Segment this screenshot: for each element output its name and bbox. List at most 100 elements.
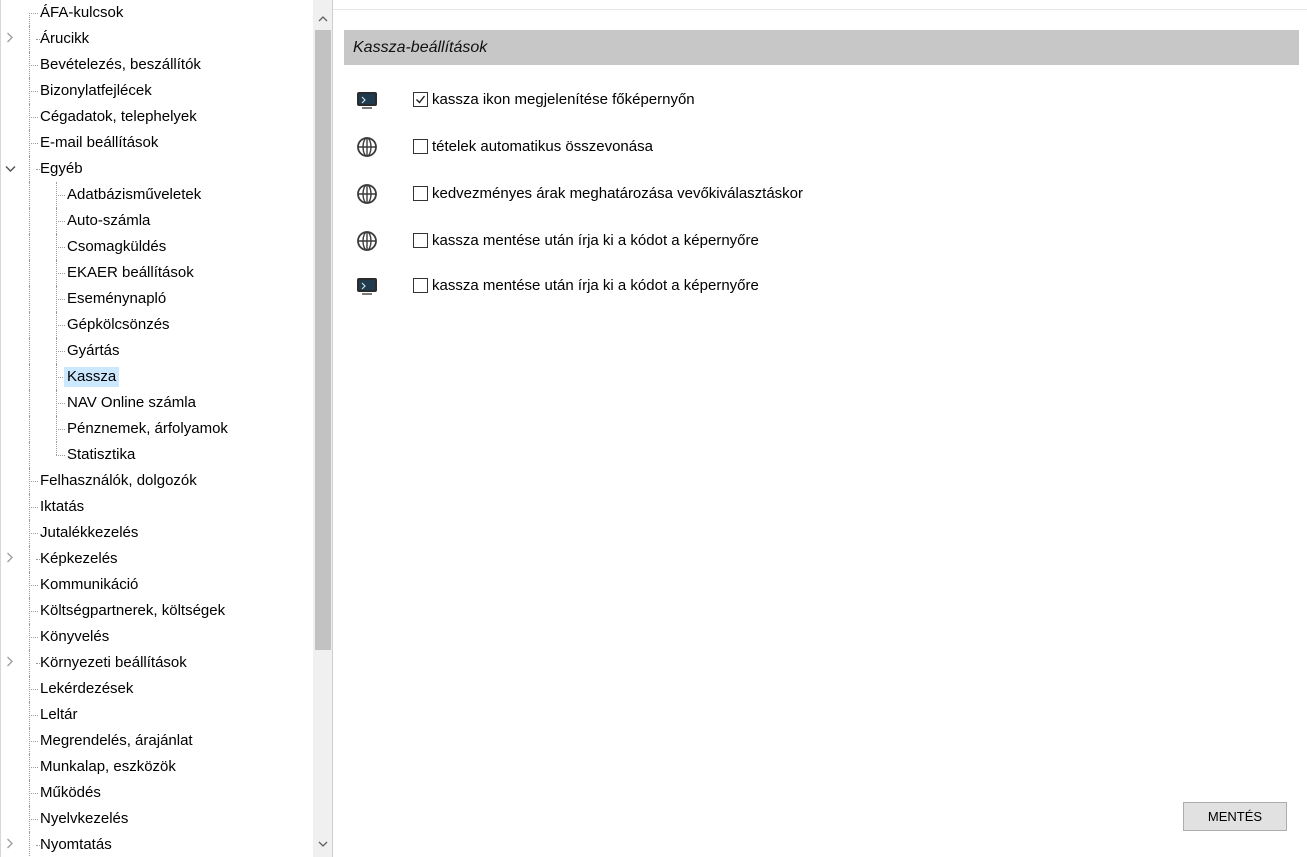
tree-item-label: Iktatás — [40, 498, 85, 515]
tree-connector — [29, 390, 30, 416]
tree-item[interactable]: NAV Online számla — [1, 390, 313, 416]
tree-item[interactable]: Nyelvkezelés — [1, 806, 313, 832]
setting-option: kassza mentése után írja ki a kódot a ké… — [356, 228, 1256, 254]
tree-item-label: Nyelvkezelés — [40, 810, 129, 827]
monitor-icon — [356, 89, 378, 111]
setting-checkbox[interactable] — [413, 139, 428, 154]
tree-item[interactable]: Könyvelés — [1, 624, 313, 650]
setting-checkbox[interactable] — [413, 233, 428, 248]
tree-connector — [29, 26, 30, 52]
tree-item-label: Lekérdezések — [40, 680, 134, 697]
tree-connector — [29, 312, 30, 338]
tree-item[interactable]: Auto-számla — [1, 208, 313, 234]
tree-item-label: Környezeti beállítások — [40, 654, 187, 671]
setting-option: tételek automatikus összevonása — [356, 134, 1256, 160]
tree-item[interactable]: Adatbázisműveletek — [1, 182, 313, 208]
tree-item-label: Nyomtatás — [40, 836, 112, 853]
tree-item[interactable]: Egyéb — [1, 156, 313, 182]
tree-item-label: Auto-számla — [67, 212, 151, 229]
chevron-right-icon[interactable] — [3, 832, 17, 857]
chevron-right-icon[interactable] — [3, 546, 17, 572]
tree-item-label: NAV Online számla — [67, 394, 196, 411]
scroll-thumb[interactable] — [315, 30, 331, 650]
tree-item-label: Jutalékkezelés — [40, 524, 139, 541]
tree-item[interactable]: Felhasználók, dolgozók — [1, 468, 313, 494]
globe-icon — [356, 136, 378, 158]
scroll-down-button[interactable] — [313, 835, 332, 855]
tree-item-label: Bevételezés, beszállítók — [40, 56, 201, 73]
tree-item[interactable]: Csomagküldés — [1, 234, 313, 260]
tree-item-label: Leltár — [40, 706, 78, 723]
tree-connector — [29, 650, 30, 676]
tree-connector — [29, 234, 30, 260]
tree-connector — [29, 156, 30, 182]
setting-option-label[interactable]: kassza mentése után írja ki a kódot a ké… — [432, 228, 759, 254]
tree-connector — [56, 442, 57, 455]
tree-scrollbar[interactable] — [313, 0, 332, 857]
tree-item-label: Adatbázisműveletek — [67, 186, 202, 203]
setting-option-label[interactable]: kedvezményes árak meghatározása vevőkivá… — [432, 181, 803, 207]
tree-connector — [29, 364, 30, 390]
tree-item[interactable]: Árucikk — [1, 26, 313, 52]
tree-item[interactable]: Bevételezés, beszállítók — [1, 52, 313, 78]
tree-item-label: Munkalap, eszközök — [40, 758, 176, 775]
tree-connector — [29, 416, 30, 442]
chevron-down-icon[interactable] — [3, 156, 17, 182]
setting-option: kassza mentése után írja ki a kódot a ké… — [356, 273, 1256, 299]
setting-checkbox[interactable] — [413, 278, 428, 293]
tree-item-label: Eseménynapló — [67, 290, 167, 307]
tree-connector — [29, 286, 30, 312]
tree-item[interactable]: Cégadatok, telephelyek — [1, 104, 313, 130]
tree-item[interactable]: E-mail beállítások — [1, 130, 313, 156]
tree-item[interactable]: Kommunikáció — [1, 572, 313, 598]
monitor-icon — [356, 275, 378, 297]
tree-item-label: Statisztika — [67, 446, 136, 463]
tree-item[interactable]: Leltár — [1, 702, 313, 728]
tree-item[interactable]: Statisztika — [1, 442, 313, 468]
tree-item-label: Gyártás — [67, 342, 120, 359]
globe-icon — [356, 183, 378, 205]
tree-item-label: Költségpartnerek, költségek — [40, 602, 226, 619]
tree-item[interactable]: Bizonylatfejlécek — [1, 78, 313, 104]
tree-connector — [29, 546, 30, 572]
tree-item-label: Könyvelés — [40, 628, 110, 645]
setting-option-label[interactable]: kassza mentése után írja ki a kódot a ké… — [432, 273, 759, 299]
scroll-up-button[interactable] — [313, 10, 332, 30]
tree-item-label: EKAER beállítások — [67, 264, 194, 281]
save-button[interactable]: MENTÉS — [1183, 802, 1287, 831]
tree-item[interactable]: EKAER beállítások — [1, 260, 313, 286]
tree-item-label: E-mail beállítások — [40, 134, 159, 151]
tree-item[interactable]: Pénznemek, árfolyamok — [1, 416, 313, 442]
setting-option-label[interactable]: tételek automatikus összevonása — [432, 134, 653, 160]
settings-tree: ÁFA-kulcsok Árucikk Bevételezés, beszállít… — [1, 0, 313, 857]
setting-checkbox-checked[interactable] — [413, 92, 428, 107]
tree-item[interactable]: Iktatás — [1, 494, 313, 520]
tree-item-label: Kassza — [64, 367, 120, 387]
tree-item[interactable]: ÁFA-kulcsok — [1, 0, 313, 26]
setting-option: kassza ikon megjelenítése főképernyőn — [356, 87, 1256, 113]
chevron-right-icon[interactable] — [3, 650, 17, 676]
tree-item[interactable]: Költségpartnerek, költségek — [1, 598, 313, 624]
setting-checkbox[interactable] — [413, 186, 428, 201]
tree-item[interactable]: Gyártás — [1, 338, 313, 364]
tree-item[interactable]: Képkezelés — [1, 546, 313, 572]
tree-item[interactable]: Munkalap, eszközök — [1, 754, 313, 780]
tree-item[interactable]: Megrendelés, árajánlat — [1, 728, 313, 754]
tree-item[interactable]: Nyomtatás — [1, 832, 313, 857]
tree-connector — [29, 442, 30, 468]
tree-item[interactable]: Környezeti beállítások — [1, 650, 313, 676]
settings-title: Kassza-beállítások — [353, 39, 488, 56]
settings-tree-panel: ÁFA-kulcsok Árucikk Bevételezés, beszállít… — [0, 0, 333, 857]
tree-item[interactable]: Lekérdezések — [1, 676, 313, 702]
setting-option-label[interactable]: kassza ikon megjelenítése főképernyőn — [432, 87, 695, 113]
tree-connector — [29, 338, 30, 364]
tree-connector — [29, 260, 30, 286]
tree-item[interactable]: Eseménynapló — [1, 286, 313, 312]
tree-item[interactable]: Működés — [1, 780, 313, 806]
tree-item[interactable]: Kassza — [1, 364, 313, 390]
tree-item-label: Pénznemek, árfolyamok — [67, 420, 228, 437]
chevron-right-icon[interactable] — [3, 26, 17, 52]
tree-item[interactable]: Gépkölcsönzés — [1, 312, 313, 338]
tree-item[interactable]: Jutalékkezelés — [1, 520, 313, 546]
tree-item-label: Felhasználók, dolgozók — [40, 472, 197, 489]
